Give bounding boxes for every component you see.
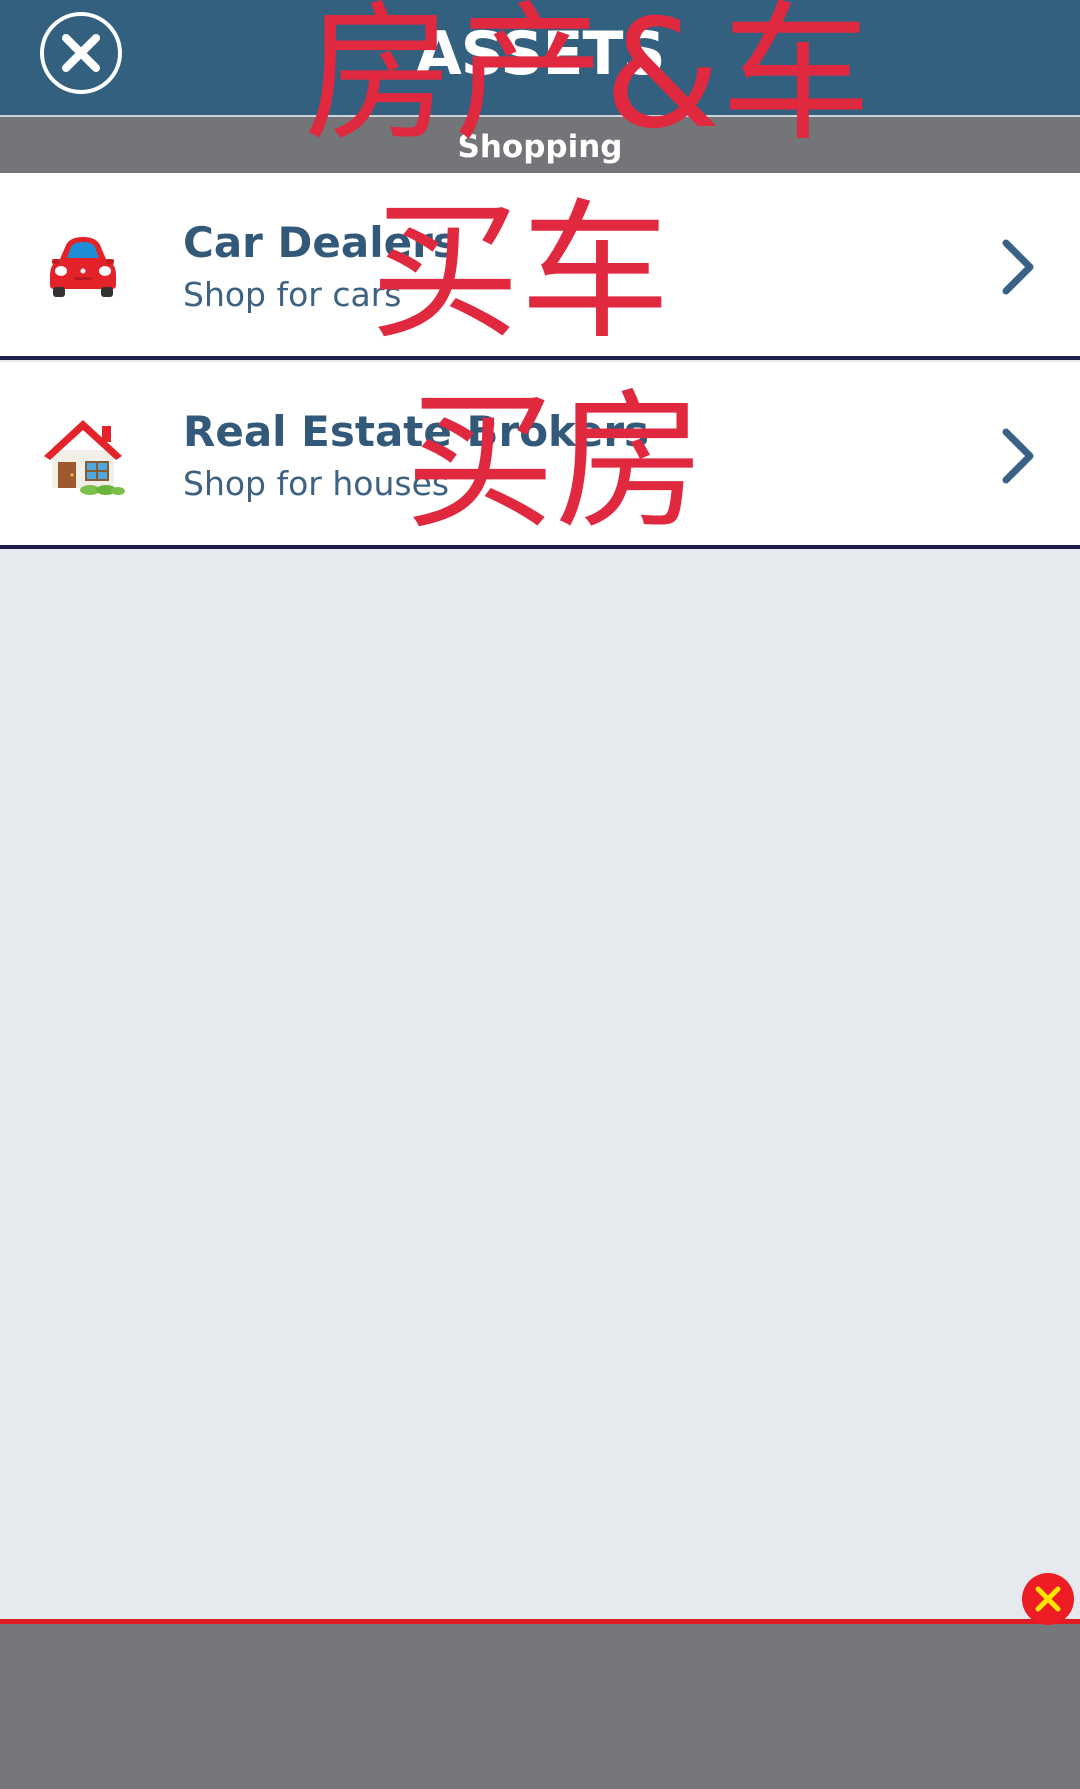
item-subtitle: Shop for cars <box>183 275 402 314</box>
chevron-right-icon <box>1002 239 1034 295</box>
car-icon <box>50 237 116 297</box>
ad-banner[interactable] <box>0 1624 1080 1789</box>
chevron-right-icon <box>1002 428 1034 484</box>
ad-dismiss-button[interactable] <box>1022 1573 1074 1625</box>
assets-screen: ASSETS Shopping Car Dealers Shop for car… <box>0 0 1080 1789</box>
annotation-header-note: 房产&车 <box>304 0 871 162</box>
close-x-icon <box>1035 1586 1061 1612</box>
house-icon <box>44 420 125 495</box>
annotation-car-note: 买车 <box>370 186 671 360</box>
annotation-house-note: 买房 <box>405 376 706 550</box>
